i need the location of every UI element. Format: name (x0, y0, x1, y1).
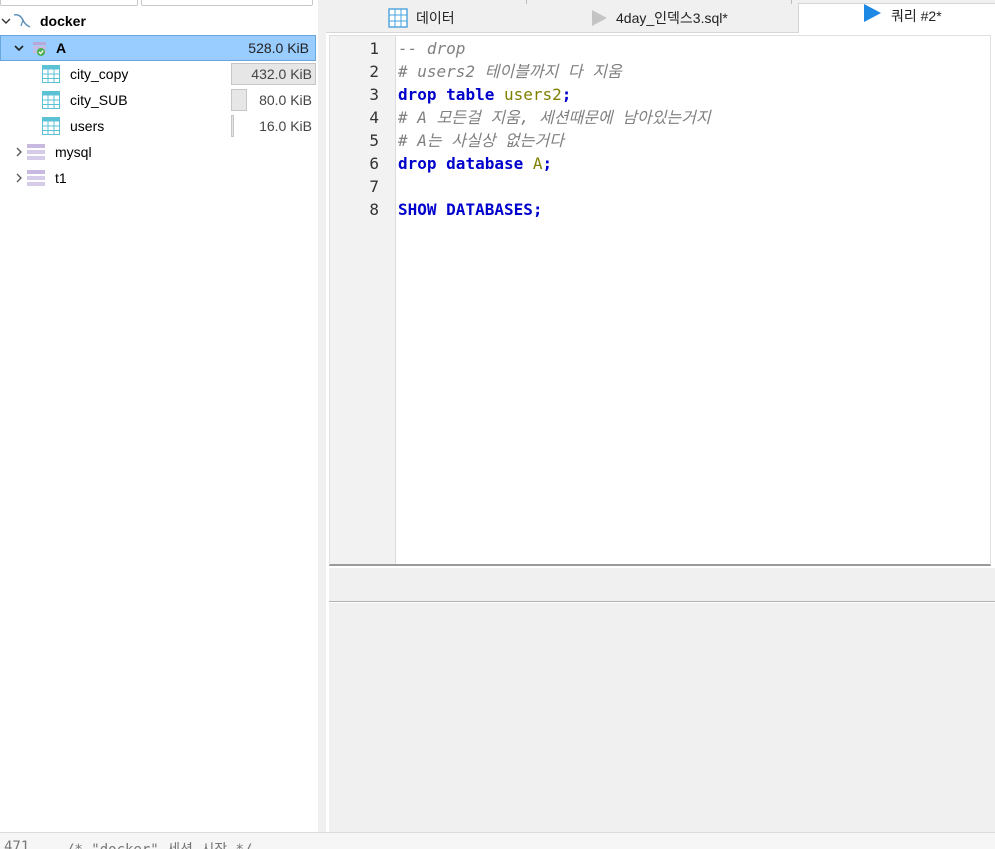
line-number: 8 (369, 200, 379, 219)
line-number: 5 (369, 131, 379, 150)
server-label: docker (40, 13, 86, 29)
line-number: 1 (369, 39, 379, 58)
code-token: # users2 테이블까지 다 지움 (398, 62, 622, 81)
line-number: 6 (369, 154, 379, 173)
tree-item-label: users (70, 118, 105, 134)
code-token: # A 모든걸 지움, 세션때문에 남아있는거지 (398, 108, 711, 127)
table-icon (42, 65, 60, 83)
chevron-right-icon[interactable] (13, 146, 25, 158)
database-active-icon (31, 40, 49, 61)
code-line: # A는 사실상 없는거다 (398, 129, 564, 152)
tab-divider (791, 0, 792, 4)
line-number: 3 (369, 85, 379, 104)
tab-divider (526, 0, 527, 4)
tree-table-city-sub[interactable]: city_SUB 80.0 KiB (0, 87, 318, 113)
line-number-gutter: 1 2 3 4 5 6 7 8 (330, 36, 396, 564)
tree-db-t1[interactable]: t1 (0, 165, 318, 191)
mysql-dolphin-icon (12, 12, 32, 33)
code-token: drop (398, 154, 437, 173)
code-line: # users2 테이블까지 다 지움 (398, 60, 622, 83)
code-token: ; (532, 200, 543, 219)
chevron-right-icon[interactable] (13, 172, 25, 184)
code-line: -- drop (398, 37, 465, 60)
table-icon (42, 117, 60, 135)
tree-db-mysql[interactable]: mysql (0, 139, 318, 165)
tab-strip: 데이터 4day_인덱스3.sql* 쿼리 #2* (326, 0, 995, 33)
play-icon (862, 3, 882, 23)
tree-item-size: 528.0 KiB (248, 40, 309, 56)
code-token: database (446, 154, 524, 173)
tree-item-label: A (56, 40, 67, 56)
tree-table-city-copy[interactable]: city_copy 432.0 KiB (0, 61, 318, 87)
tab-query-2[interactable]: 쿼리 #2* (798, 3, 995, 33)
chevron-down-icon[interactable] (0, 15, 12, 27)
code-token: SHOW (398, 200, 437, 219)
tree-db-a[interactable]: A 528.0 KiB (0, 35, 316, 61)
size-bar (231, 89, 247, 111)
size-bar (231, 115, 234, 137)
sql-editor[interactable]: 1 2 3 4 5 6 7 8 -- drop # users2 테이블까지 다 지움 drop … (329, 35, 991, 566)
code-token: -- drop (398, 39, 466, 58)
tree-item-label: city_copy (70, 66, 129, 82)
code-token: table (446, 85, 495, 104)
code-line: # A 모든걸 지움, 세션때문에 남아있는거지 (398, 106, 711, 129)
tab-label: 쿼리 #2* (891, 8, 942, 24)
play-icon (590, 9, 608, 27)
tree-item-label: city_SUB (70, 92, 128, 108)
editor-splitter[interactable] (329, 568, 995, 602)
database-icon (27, 170, 45, 186)
tree-server-docker[interactable]: docker (0, 8, 318, 34)
tree-item-size: 16.0 KiB (259, 118, 312, 134)
database-filter-input[interactable] (0, 0, 138, 6)
tab-data[interactable]: 데이터 (388, 4, 455, 32)
code-token: users2 (503, 85, 562, 104)
database-tree[interactable]: docker A 528.0 KiB city_copy 432.0 KiB c… (0, 0, 319, 835)
tab-label: 데이터 (416, 10, 455, 26)
tree-item-label: mysql (55, 144, 92, 160)
line-number: 2 (369, 62, 379, 81)
query-log: 471 /* "docker" 세션 시작 */ (0, 832, 995, 849)
results-pane (329, 603, 995, 832)
code-token: A (532, 154, 543, 173)
tree-item-label: t1 (55, 170, 67, 186)
code-token: ; (542, 154, 553, 173)
code-line: drop table users2; (398, 83, 571, 106)
table-filter-input[interactable] (141, 0, 313, 6)
tree-table-users[interactable]: users 16.0 KiB (0, 113, 318, 139)
filter-bar (0, 0, 318, 6)
vertical-splitter[interactable] (318, 0, 326, 832)
tree-item-size: 80.0 KiB (259, 92, 312, 108)
code-token: DATABASES (446, 200, 533, 219)
table-icon (42, 91, 60, 109)
chevron-down-icon[interactable] (13, 42, 25, 54)
tab-sql-file[interactable]: 4day_인덱스3.sql* (590, 4, 728, 32)
code-token: drop (398, 85, 437, 104)
code-token: # A는 사실상 없는거다 (398, 131, 564, 150)
code-line: drop database A; (398, 152, 552, 175)
database-icon (27, 144, 45, 160)
line-number: 7 (369, 177, 379, 196)
line-number: 4 (369, 108, 379, 127)
code-token: ; (561, 85, 572, 104)
tab-label: 4day_인덱스3.sql* (616, 10, 728, 26)
grid-icon (388, 8, 408, 28)
code-line: SHOW DATABASES; (398, 198, 543, 221)
tree-item-size: 432.0 KiB (251, 66, 312, 82)
